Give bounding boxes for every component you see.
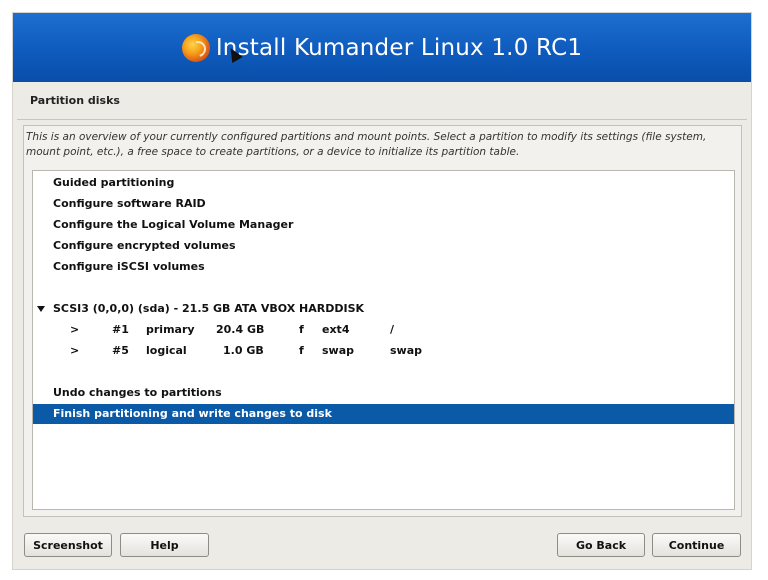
menu-encrypted-volumes[interactable]: Configure encrypted volumes — [33, 236, 734, 256]
partition-type: logical — [146, 344, 187, 357]
disk-row[interactable]: SCSI3 (0,0,0) (sda) - 21.5 GB ATA VBOX H… — [33, 299, 734, 319]
expand-triangle-icon — [37, 306, 45, 312]
go-back-button[interactable]: Go Back — [557, 533, 645, 557]
installer-title: Install Kumander Linux 1.0 RC1 — [215, 34, 583, 61]
partition-number: #1 — [112, 323, 129, 336]
partition-arrow: > — [70, 323, 80, 336]
partition-list[interactable]: Guided partitioning Configure software R… — [32, 170, 735, 510]
menu-lvm[interactable]: Configure the Logical Volume Manager — [33, 215, 734, 235]
partition-flag: f — [299, 344, 304, 357]
kumander-logo-icon — [181, 33, 210, 62]
menu-iscsi-volumes[interactable]: Configure iSCSI volumes — [33, 257, 734, 277]
partition-type: primary — [146, 323, 195, 336]
installer-window: Install Kumander Linux 1.0 RC1 Partition… — [12, 12, 752, 570]
partition-mount: swap — [390, 344, 423, 357]
title-divider — [17, 119, 747, 120]
partition-row[interactable]: > #1 primary 20.4 GB f ext4 / — [33, 320, 734, 340]
page-title: Partition disks — [30, 94, 120, 107]
menu-undo-changes[interactable]: Undo changes to partitions — [33, 383, 734, 403]
partition-flag: f — [299, 323, 304, 336]
partition-size: 20.4 GB — [216, 323, 265, 336]
partition-fs: swap — [322, 344, 355, 357]
partition-arrow: > — [70, 344, 80, 357]
partition-size: 1.0 GB — [223, 344, 264, 357]
menu-software-raid[interactable]: Configure software RAID — [33, 194, 734, 214]
continue-button[interactable]: Continue — [652, 533, 741, 557]
screenshot-button[interactable]: Screenshot — [24, 533, 112, 557]
partition-number: #5 — [112, 344, 129, 357]
partition-mount: / — [390, 323, 395, 336]
header-banner: Install Kumander Linux 1.0 RC1 — [13, 13, 751, 82]
help-button[interactable]: Help — [120, 533, 209, 557]
partition-fs: ext4 — [322, 323, 350, 336]
partition-description: This is an overview of your currently co… — [26, 131, 707, 158]
menu-finish-partitioning[interactable]: Finish partitioning and write changes to… — [33, 404, 734, 424]
partition-row[interactable]: > #5 logical 1.0 GB f swap swap — [33, 341, 734, 361]
menu-guided-partitioning[interactable]: Guided partitioning — [33, 173, 734, 193]
